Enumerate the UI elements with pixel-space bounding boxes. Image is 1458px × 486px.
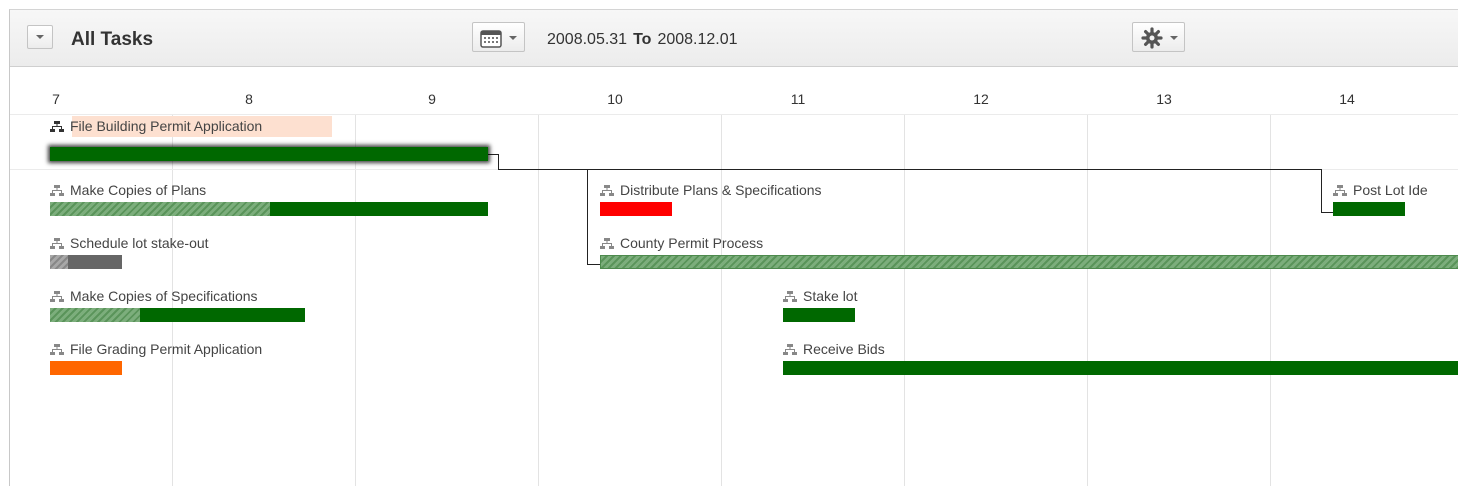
task-name: File Grading Permit Application <box>70 341 263 357</box>
hierarchy-icon <box>600 185 614 197</box>
task-name: Stake lot <box>803 288 858 304</box>
task-name: Make Copies of Plans <box>70 182 207 198</box>
toolbar: All Tasks 2008.05.31 To 2008.12.01 <box>10 10 1458 67</box>
task-bar[interactable] <box>50 308 305 322</box>
dependency-connector <box>1321 212 1333 213</box>
gear-icon <box>1141 27 1163 49</box>
hierarchy-icon <box>50 121 64 133</box>
calendar-dropdown-button[interactable] <box>472 22 525 52</box>
task-name: Schedule lot stake-out <box>70 235 209 251</box>
task-progress <box>50 255 68 269</box>
hierarchy-icon <box>50 238 64 250</box>
hierarchy-icon <box>600 238 614 250</box>
task-label[interactable]: County Permit Process <box>600 234 763 252</box>
task-label[interactable]: Stake lot <box>783 287 857 305</box>
task-name: Receive Bids <box>803 341 885 357</box>
day-label: 12 <box>973 91 989 107</box>
day-label: 9 <box>428 91 436 107</box>
day-label: 10 <box>607 91 623 107</box>
task-bar[interactable] <box>1333 202 1405 216</box>
day-gridline <box>1270 115 1271 486</box>
task-label[interactable]: File Grading Permit Application <box>50 340 262 358</box>
task-label[interactable]: Distribute Plans & Specifications <box>600 181 822 199</box>
settings-dropdown-button[interactable] <box>1132 22 1185 52</box>
hierarchy-icon <box>1333 185 1347 197</box>
chevron-down-icon <box>36 35 44 39</box>
view-title: All Tasks <box>71 29 154 50</box>
view-dropdown-button[interactable] <box>27 25 53 49</box>
gantt-chart: 7 8 9 10 11 12 13 14 File Building Permi… <box>10 67 1458 486</box>
task-name: Distribute Plans & Specifications <box>620 182 822 198</box>
calendar-icon <box>480 30 502 48</box>
task-name: File Building Permit Application <box>70 118 263 134</box>
task-bar[interactable] <box>600 255 1458 269</box>
date-to: 2008.12.01 <box>657 31 738 48</box>
day-label: 8 <box>245 91 253 107</box>
task-label[interactable]: Make Copies of Specifications <box>50 287 258 305</box>
header-separator <box>10 114 1458 115</box>
day-label: 14 <box>1339 91 1355 107</box>
dependency-connector <box>498 169 1321 170</box>
day-gridline <box>538 115 539 486</box>
day-label: 11 <box>790 91 806 107</box>
day-gridline <box>1087 115 1088 486</box>
day-label: 13 <box>1156 91 1172 107</box>
task-progress <box>50 308 140 322</box>
day-gridline <box>904 115 905 486</box>
dependency-connector <box>587 264 601 265</box>
date-range: 2008.05.31 To 2008.12.01 <box>547 31 738 49</box>
hierarchy-icon <box>783 344 797 356</box>
task-bar[interactable] <box>50 202 488 216</box>
task-label[interactable]: Schedule lot stake-out <box>50 234 209 252</box>
task-label[interactable]: Make Copies of Plans <box>50 181 206 199</box>
day-gridline <box>721 115 722 486</box>
to-label: To <box>633 31 652 48</box>
dependency-connector <box>498 154 499 169</box>
day-gridline <box>355 115 356 486</box>
task-name: County Permit Process <box>620 235 764 251</box>
task-bar[interactable] <box>50 147 488 161</box>
task-name: Post Lot Ide <box>1353 182 1428 198</box>
dependency-connector <box>587 169 588 265</box>
task-label[interactable]: Post Lot Ide <box>1333 181 1428 199</box>
hierarchy-icon <box>50 291 64 303</box>
task-bar[interactable] <box>50 361 122 375</box>
task-label[interactable]: File Building Permit Application <box>50 117 262 135</box>
dependency-connector <box>1321 169 1322 212</box>
hierarchy-icon <box>50 344 64 356</box>
gantt-panel: All Tasks 2008.05.31 To 2008.12.01 7 8 9… <box>9 9 1458 486</box>
task-name: Make Copies of Specifications <box>70 288 258 304</box>
date-from: 2008.05.31 <box>547 31 628 48</box>
task-bar[interactable] <box>783 308 855 322</box>
chevron-down-icon <box>509 36 517 40</box>
hierarchy-icon <box>50 185 64 197</box>
day-label: 7 <box>52 91 60 107</box>
dependency-connector <box>488 154 498 155</box>
task-label[interactable]: Receive Bids <box>783 340 885 358</box>
hierarchy-icon <box>783 291 797 303</box>
task-bar[interactable] <box>50 255 122 269</box>
chevron-down-icon <box>1170 36 1178 40</box>
task-bar[interactable] <box>600 202 672 216</box>
task-progress <box>601 256 1458 268</box>
task-bar[interactable] <box>783 361 1458 375</box>
task-progress <box>50 202 270 216</box>
